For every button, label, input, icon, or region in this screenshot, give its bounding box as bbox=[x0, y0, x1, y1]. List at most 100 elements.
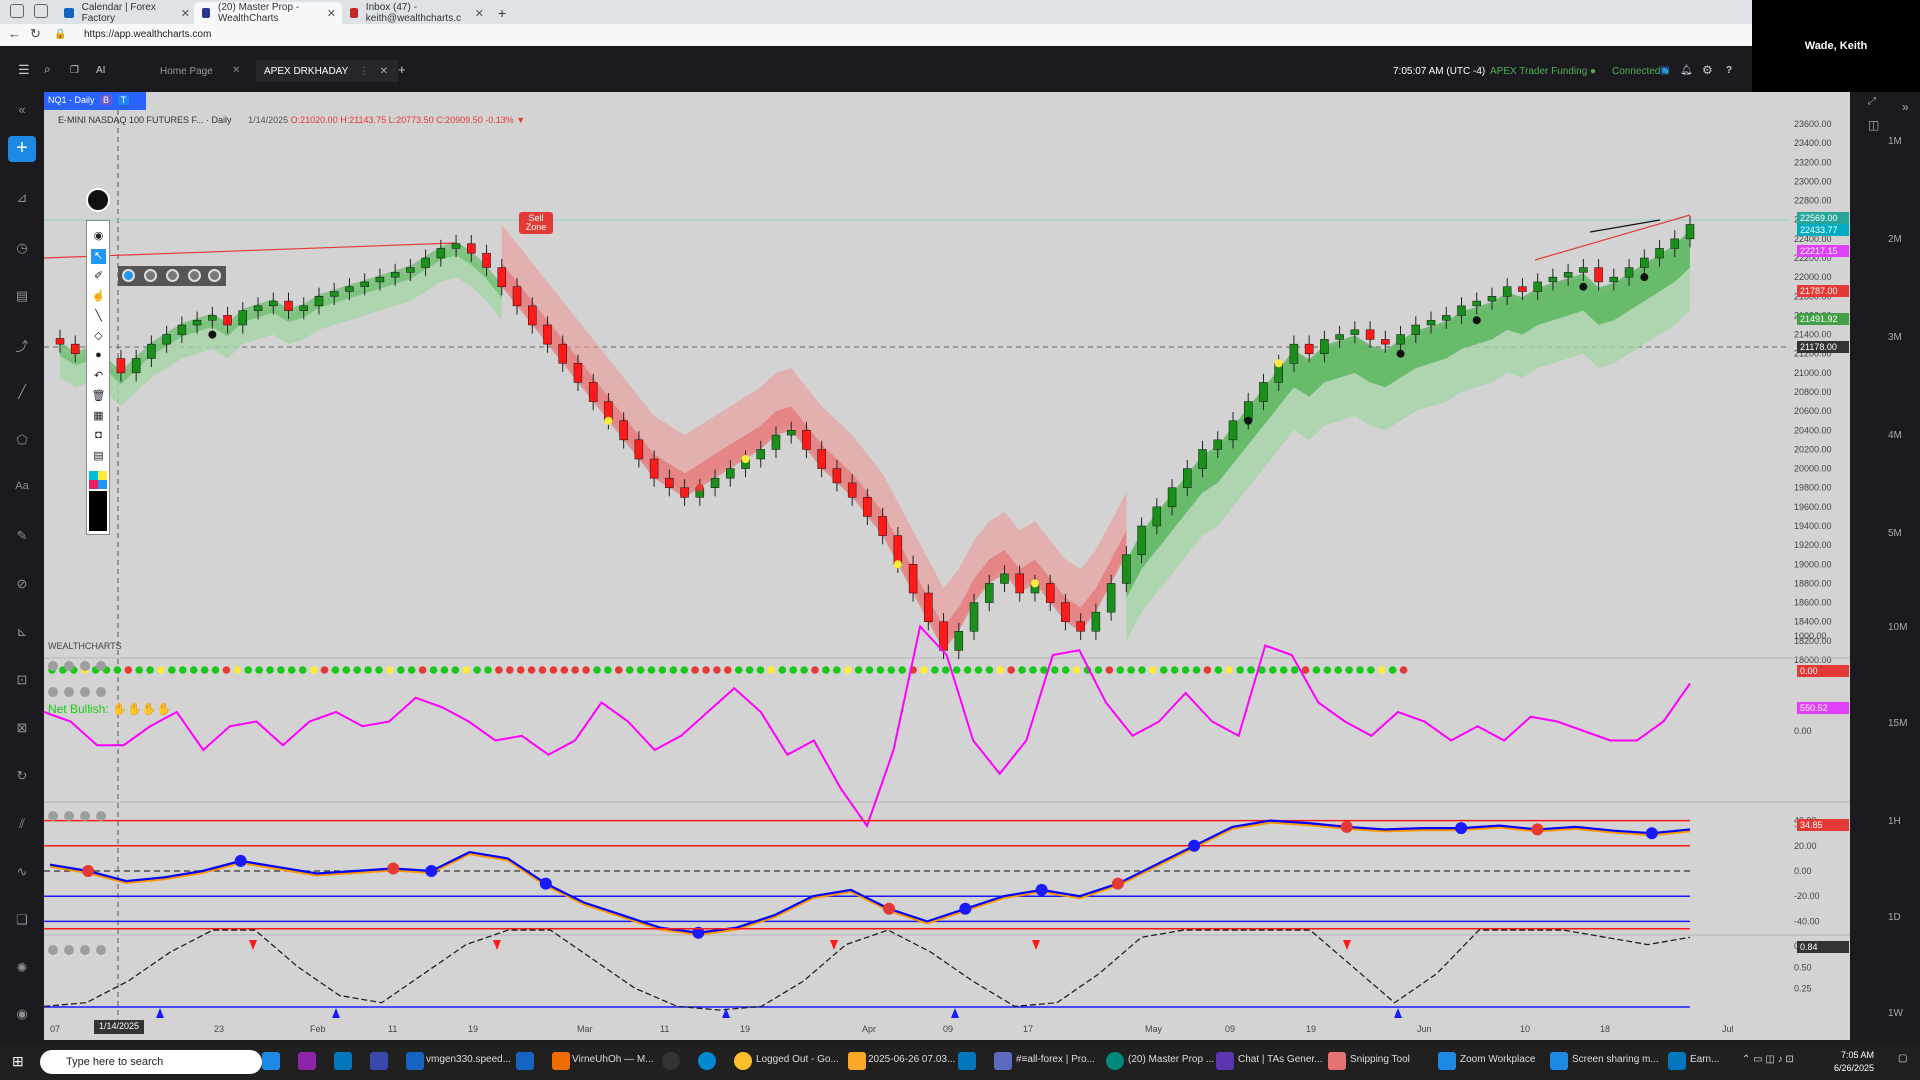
timeframe-3m[interactable]: 3M bbox=[1888, 332, 1902, 343]
outlook-icon[interactable] bbox=[958, 1052, 976, 1070]
color-swatch-pink[interactable] bbox=[89, 480, 98, 489]
teams-icon[interactable] bbox=[1216, 1052, 1234, 1070]
candle-body bbox=[192, 319, 202, 326]
symbol-tab[interactable]: NQ1 - Daily B T bbox=[44, 92, 146, 110]
signal-row-dot bbox=[931, 666, 939, 674]
candle-body bbox=[802, 430, 811, 450]
taskbar-item[interactable]: Zoom Workplace bbox=[1460, 1054, 1535, 1065]
taskbar-item[interactable]: vmgen330.speed... bbox=[426, 1054, 511, 1065]
stroke-3-icon[interactable] bbox=[166, 269, 179, 282]
signal-row-dot bbox=[1301, 666, 1310, 674]
discord-icon[interactable] bbox=[994, 1052, 1012, 1070]
candle-body bbox=[1594, 267, 1603, 283]
signal-row-dot bbox=[811, 666, 819, 674]
signal-dot bbox=[1472, 316, 1481, 325]
taskbar-item[interactable]: Chat | TAs Gener... bbox=[1238, 1054, 1323, 1065]
windows-start-icon[interactable]: ⊞ bbox=[12, 1053, 24, 1070]
chart-plot[interactable]: 23600.00 23400.00 23200.00 23000.00 22800.00… bbox=[0, 0, 1920, 1080]
taskbar-item[interactable]: 2025-06-26 07.03... bbox=[868, 1054, 955, 1065]
line-icon[interactable]: ╲ bbox=[91, 309, 106, 324]
firefox-icon[interactable] bbox=[552, 1052, 570, 1070]
osc3-sell-marker bbox=[830, 940, 838, 950]
timeframe-2m[interactable]: 2M bbox=[1888, 234, 1902, 245]
zoom-icon[interactable] bbox=[1550, 1052, 1568, 1070]
eraser-icon[interactable]: ◇ bbox=[91, 329, 106, 344]
price-label-green: 21491.92 bbox=[1797, 313, 1849, 325]
location-pin-icon[interactable] bbox=[86, 188, 110, 212]
stamp-icon[interactable]: ▦ bbox=[91, 409, 106, 424]
signal-row-dot bbox=[495, 666, 503, 674]
timeframe-4m[interactable]: 4M bbox=[1888, 430, 1902, 441]
price-tick-label: 18800.00 bbox=[1794, 578, 1832, 588]
taskbar-item[interactable]: (20) Master Prop ... bbox=[1128, 1054, 1214, 1065]
eye-icon[interactable]: ◉ bbox=[91, 229, 106, 244]
edge-icon[interactable] bbox=[1106, 1052, 1124, 1070]
signal-row-dot bbox=[189, 666, 198, 674]
dot-icon[interactable]: ● bbox=[91, 349, 106, 364]
signal-row-dot bbox=[549, 666, 558, 674]
word-icon[interactable] bbox=[516, 1052, 534, 1070]
candle-body bbox=[786, 430, 796, 436]
outlook-icon[interactable] bbox=[334, 1052, 352, 1070]
app-icon[interactable] bbox=[1668, 1052, 1686, 1070]
brush-icon[interactable]: ✐ bbox=[91, 269, 106, 284]
timeframe-5m[interactable]: 5M bbox=[1888, 528, 1902, 539]
system-clock[interactable]: 7:05 AM 6/26/2025 bbox=[1834, 1049, 1874, 1075]
snipping-tool-icon[interactable] bbox=[1328, 1052, 1346, 1070]
taskbar-item[interactable]: VirneUhOh — M... bbox=[572, 1054, 654, 1065]
cursor-icon[interactable]: ↖ bbox=[91, 249, 106, 264]
expand-icon[interactable]: ⤢ bbox=[1868, 96, 1876, 107]
trend-line-black bbox=[1589, 219, 1661, 233]
taskbar-search[interactable]: Type here to search bbox=[40, 1050, 262, 1074]
timeframe-15m[interactable]: 15M bbox=[1888, 718, 1907, 729]
color-swatch-yellow[interactable] bbox=[98, 471, 107, 480]
undo-icon[interactable]: ↶ bbox=[91, 369, 106, 384]
color-swatch-black[interactable] bbox=[89, 491, 107, 531]
app-icon[interactable] bbox=[406, 1052, 424, 1070]
clipboard-icon[interactable]: ▤ bbox=[91, 449, 106, 464]
signal-row-dot bbox=[800, 666, 808, 674]
chrome-icon[interactable] bbox=[734, 1052, 752, 1070]
sell-zone-marker[interactable]: Sell Zone bbox=[519, 212, 553, 234]
timeframe-1d[interactable]: 1D bbox=[1888, 912, 1901, 923]
color-swatch-blue[interactable] bbox=[98, 480, 107, 489]
stroke-4-icon[interactable] bbox=[188, 269, 201, 282]
notifications-icon[interactable]: ▢ bbox=[1898, 1053, 1907, 1064]
camera-icon[interactable]: ◘ bbox=[91, 429, 106, 444]
stroke-2-icon[interactable] bbox=[144, 269, 157, 282]
timeframe-1w[interactable]: 1W bbox=[1888, 1008, 1903, 1019]
taskbar-item[interactable]: Logged Out - Go... bbox=[756, 1054, 839, 1065]
stroke-5-icon[interactable] bbox=[208, 269, 221, 282]
timeframe-1h[interactable]: 1H bbox=[1888, 816, 1901, 827]
hand-icon[interactable]: ☝ bbox=[91, 289, 106, 304]
signal-row-dot bbox=[135, 666, 143, 674]
app-icon[interactable] bbox=[370, 1052, 388, 1070]
app-icon[interactable] bbox=[662, 1052, 680, 1070]
folder-icon[interactable] bbox=[848, 1052, 866, 1070]
timeframe-1m[interactable]: 1M bbox=[1888, 136, 1902, 147]
taskbar-item[interactable]: Snipping Tool bbox=[1350, 1054, 1410, 1065]
candle-body bbox=[70, 343, 80, 354]
signal-row-dot bbox=[985, 666, 994, 674]
stroke-1-icon[interactable] bbox=[122, 269, 135, 282]
candle-body bbox=[1076, 621, 1085, 632]
badge-b[interactable]: B bbox=[100, 95, 113, 105]
chevron-right-icon[interactable]: » bbox=[1902, 100, 1909, 114]
color-swatch-cyan[interactable] bbox=[89, 471, 98, 480]
badge-t[interactable]: T bbox=[117, 95, 130, 105]
telegram-icon[interactable] bbox=[698, 1052, 716, 1070]
system-tray-icons[interactable]: ⌃ ▭ ◫ ♪ ⊡ bbox=[1742, 1054, 1794, 1065]
signal-row-dot bbox=[734, 666, 743, 674]
trash-icon[interactable]: 🗑︎ bbox=[91, 389, 106, 404]
pane-control-icon bbox=[80, 687, 90, 697]
panel-icon[interactable]: ◫ bbox=[1868, 118, 1879, 132]
taskbar-item[interactable]: #≡all-forex | Pro... bbox=[1016, 1054, 1095, 1065]
signal-row-dot bbox=[353, 666, 362, 674]
signal-row-dot bbox=[1018, 666, 1026, 674]
timeframe-10m[interactable]: 10M bbox=[1888, 622, 1907, 633]
taskbar-item[interactable]: Earn... bbox=[1690, 1054, 1719, 1065]
app-icon[interactable] bbox=[298, 1052, 316, 1070]
zoom-icon[interactable] bbox=[1438, 1052, 1456, 1070]
app-icon[interactable] bbox=[262, 1052, 280, 1070]
taskbar-item[interactable]: Screen sharing m... bbox=[1572, 1054, 1659, 1065]
